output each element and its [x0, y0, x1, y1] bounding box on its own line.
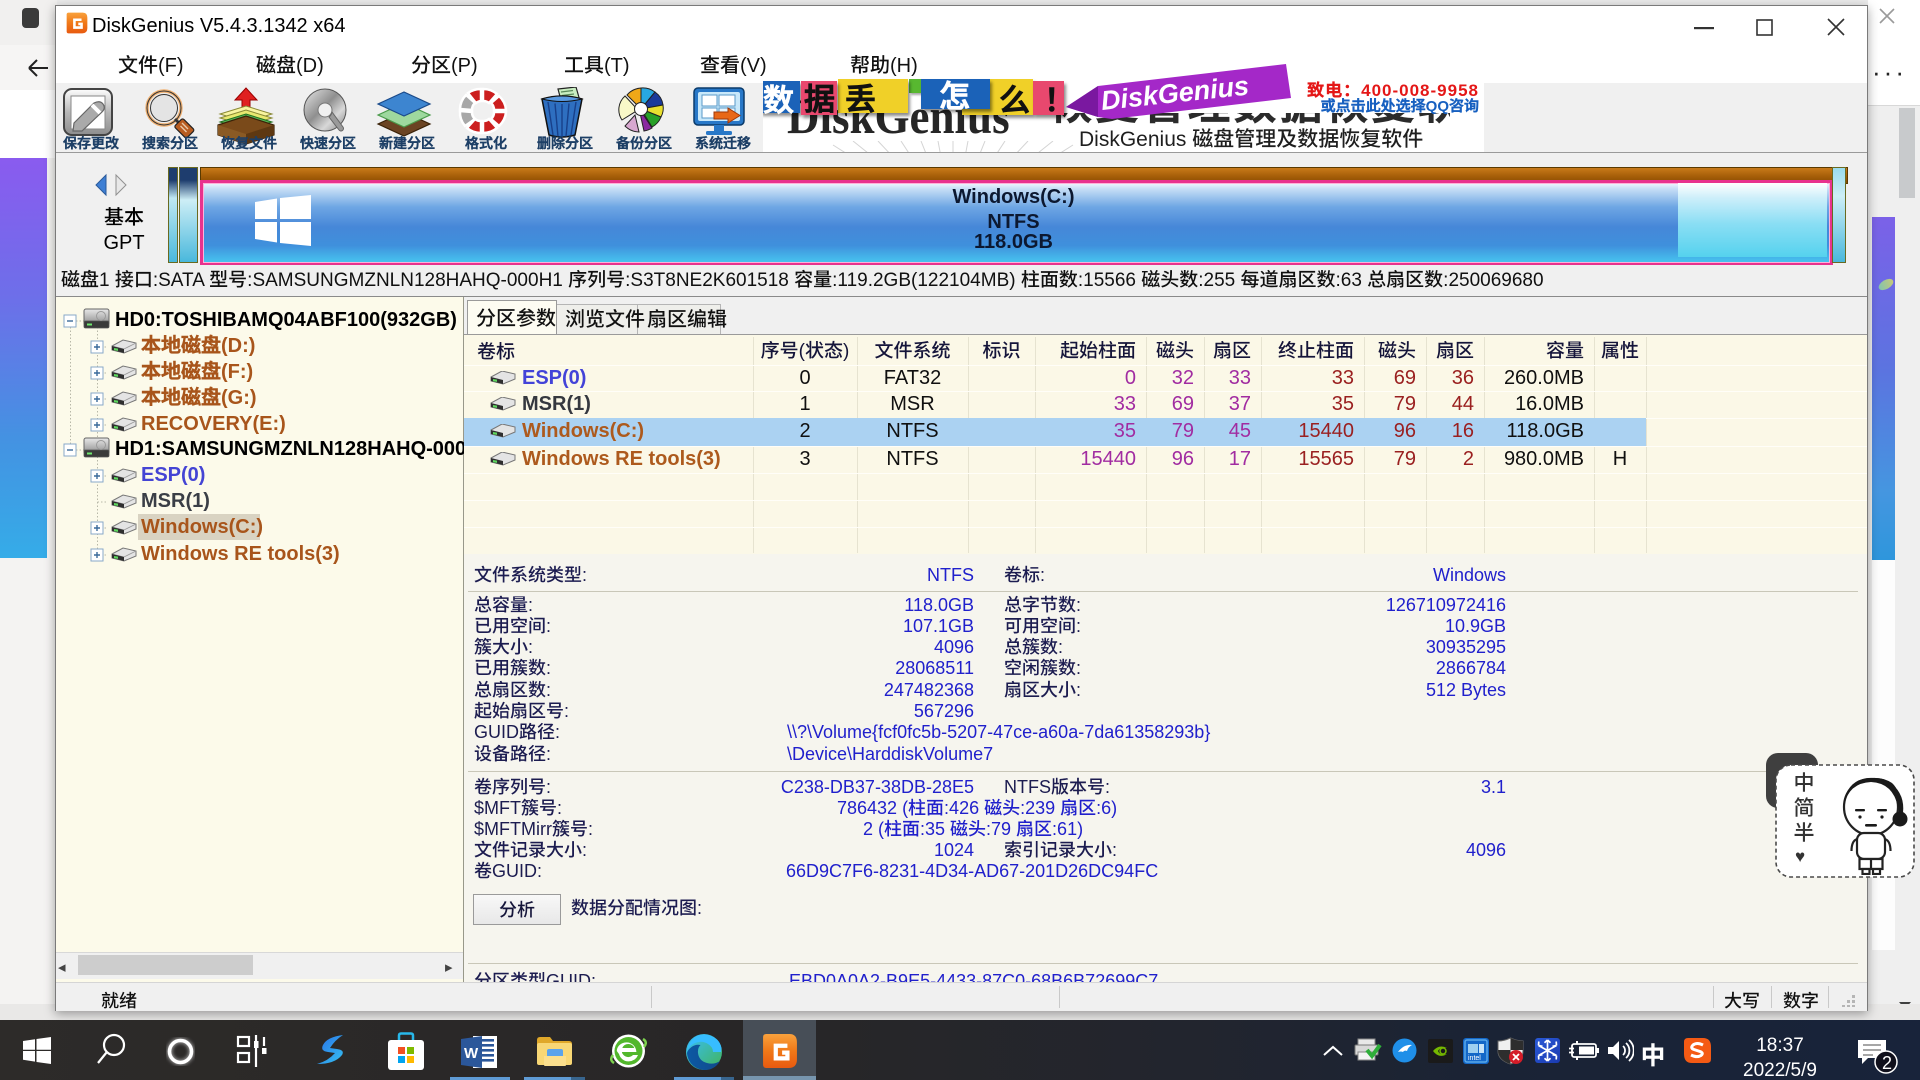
svg-text:DiskGenius: DiskGenius	[1099, 64, 1251, 118]
svg-text:2: 2	[1882, 1053, 1892, 1073]
svg-text:intel: intel	[1468, 1055, 1481, 1062]
svg-text:W: W	[464, 1042, 479, 1063]
